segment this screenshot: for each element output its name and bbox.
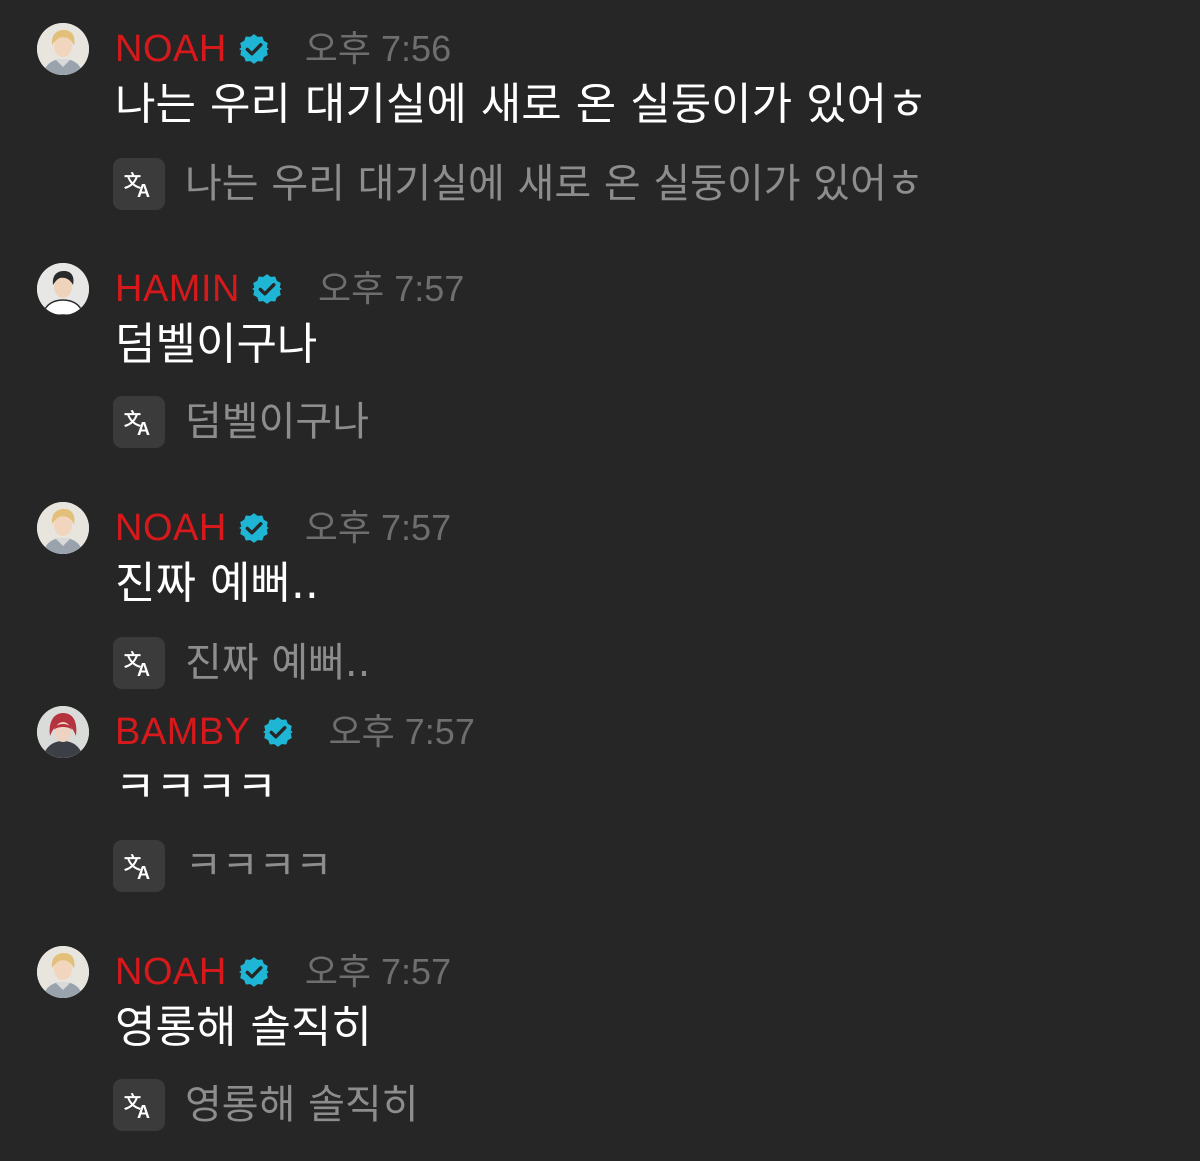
message-text: ㅋㅋㅋㅋ [115, 762, 277, 813]
verified-badge-icon [237, 955, 271, 989]
translate-icon[interactable]: 文A [113, 840, 165, 892]
translation-row: 文A ㅋㅋㅋㅋ [113, 838, 332, 894]
svg-text:A: A [137, 419, 150, 439]
svg-text:A: A [137, 863, 150, 883]
message-timestamp: 오후 7:57 [304, 507, 452, 548]
message-header: BAMBY 오후 7:57 [115, 706, 475, 758]
translate-icon[interactable]: 文A [113, 1079, 165, 1131]
verified-badge-icon [250, 272, 284, 306]
translation-text: ㅋㅋㅋㅋ [185, 843, 333, 889]
author-name[interactable]: HAMIN [115, 263, 240, 315]
avatar[interactable] [37, 706, 89, 758]
message-header: NOAH 오후 7:57 [115, 502, 451, 554]
message-timestamp: 오후 7:57 [328, 711, 475, 752]
svg-text:A: A [137, 181, 150, 201]
author-name[interactable]: BAMBY [115, 706, 251, 758]
svg-text:A: A [137, 1102, 150, 1122]
avatar[interactable] [37, 946, 89, 998]
translate-icon[interactable]: 文A [113, 158, 165, 210]
message-header: HAMIN 오후 7:57 [115, 263, 464, 315]
translation-text: 진짜 예뻐.. [185, 640, 371, 686]
translation-row: 文A 덤벨이구나 [113, 394, 369, 450]
message-timestamp: 오후 7:57 [304, 951, 452, 992]
message-text: 진짜 예뻐.. [115, 558, 319, 609]
verified-badge-icon [237, 32, 271, 66]
message-timestamp: 오후 7:57 [317, 268, 465, 309]
message-timestamp: 오후 7:56 [304, 28, 452, 69]
author-name[interactable]: NOAH [115, 23, 227, 75]
translation-text: 영롱해 솔직히 [185, 1082, 419, 1128]
translation-text: 덤벨이구나 [185, 399, 369, 445]
avatar[interactable] [37, 23, 89, 75]
message-text: 나는 우리 대기실에 새로 온 실둥이가 있어ㅎ [115, 79, 928, 130]
message-text: 영롱해 솔직히 [115, 1002, 372, 1053]
translation-row: 文A 나는 우리 대기실에 새로 온 실둥이가 있어ㅎ [113, 156, 924, 212]
translate-icon[interactable]: 文A [113, 637, 165, 689]
verified-badge-icon [237, 511, 271, 545]
author-name[interactable]: NOAH [115, 502, 227, 554]
svg-text:A: A [137, 660, 150, 680]
message-header: NOAH 오후 7:57 [115, 946, 451, 998]
message-header: NOAH 오후 7:56 [115, 23, 451, 75]
author-name[interactable]: NOAH [115, 946, 227, 998]
translate-icon[interactable]: 文A [113, 396, 165, 448]
translation-text: 나는 우리 대기실에 새로 온 실둥이가 있어ㅎ [185, 161, 924, 207]
message-text: 덤벨이구나 [115, 319, 318, 370]
avatar[interactable] [37, 263, 89, 315]
translation-row: 文A 영롱해 솔직히 [113, 1077, 419, 1133]
verified-badge-icon [261, 715, 295, 749]
avatar[interactable] [37, 502, 89, 554]
translation-row: 文A 진짜 예뻐.. [113, 635, 370, 691]
